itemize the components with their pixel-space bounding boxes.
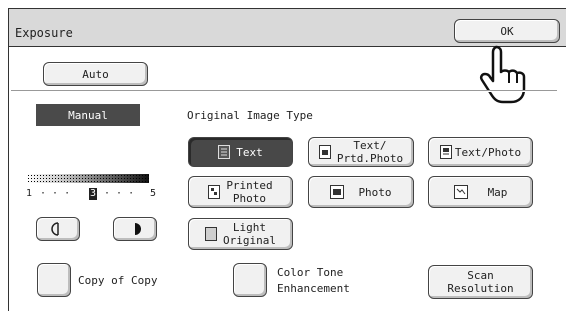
scan-resolution-label-line2: Resolution xyxy=(447,282,514,295)
ok-button[interactable]: OK xyxy=(454,19,560,43)
scale-dots-right: · · · xyxy=(104,188,135,199)
photo-button[interactable]: Photo xyxy=(308,176,414,208)
auto-button[interactable]: Auto xyxy=(43,62,148,86)
text-photo-button[interactable]: Text/Photo xyxy=(428,137,533,167)
printed-photo-button[interactable]: Printed Photo xyxy=(188,176,293,208)
scan-resolution-label-line1: Scan xyxy=(467,269,494,282)
window-title: Exposure xyxy=(15,26,73,40)
copy-of-copy-checkbox[interactable] xyxy=(37,263,71,297)
map-button[interactable]: Map xyxy=(428,176,533,208)
map-label: Map xyxy=(487,185,508,199)
printed-photo-label: Printed Photo xyxy=(226,179,273,205)
text-printed-photo-label: Text/ Prtd.Photo xyxy=(336,139,404,165)
text-photo-icon xyxy=(439,145,452,159)
text-doc-icon xyxy=(218,145,231,159)
lighter-button[interactable] xyxy=(36,217,80,241)
copy-of-copy-label: Copy of Copy xyxy=(78,274,158,287)
original-image-type-label: Original Image Type xyxy=(187,109,313,122)
darker-icon xyxy=(135,223,141,235)
manual-label: Manual xyxy=(36,104,140,126)
text-printed-photo-icon xyxy=(318,145,331,159)
scan-resolution-button[interactable]: Scan Resolution xyxy=(428,265,533,299)
color-tone-label-line1: Color Tone xyxy=(277,266,344,279)
scale-min-label: 1 xyxy=(26,188,33,199)
text-button-label: Text xyxy=(236,145,263,159)
section-divider xyxy=(11,90,557,92)
light-original-icon xyxy=(205,227,217,241)
color-tone-label-line2: Enhancement xyxy=(277,282,350,295)
photo-label: Photo xyxy=(358,185,392,199)
text-button[interactable]: Text xyxy=(188,137,293,167)
light-original-button[interactable]: Light Original xyxy=(188,218,293,250)
scale-dots-left: · · · xyxy=(40,188,71,199)
manual-label-text: Manual xyxy=(68,108,108,122)
darker-button[interactable] xyxy=(113,217,157,241)
photo-icon xyxy=(330,185,345,199)
light-original-label: Light Original xyxy=(223,221,276,247)
text-printed-photo-button[interactable]: Text/ Prtd.Photo xyxy=(308,137,414,167)
ok-button-label: OK xyxy=(500,24,514,38)
scale-max-label: 5 xyxy=(150,188,157,199)
density-gradient-bar xyxy=(27,174,149,183)
color-tone-enhancement-checkbox[interactable] xyxy=(233,263,267,297)
density-scale: 1 · · · 3 · · · 5 xyxy=(26,188,156,202)
printed-photo-icon xyxy=(208,185,221,199)
map-icon xyxy=(453,185,468,199)
hand-pointer-icon xyxy=(479,45,526,104)
text-photo-label: Text/Photo xyxy=(454,145,522,159)
auto-button-label: Auto xyxy=(82,67,109,81)
scale-current-marker: 3 xyxy=(89,188,98,200)
lighter-icon xyxy=(51,222,59,236)
